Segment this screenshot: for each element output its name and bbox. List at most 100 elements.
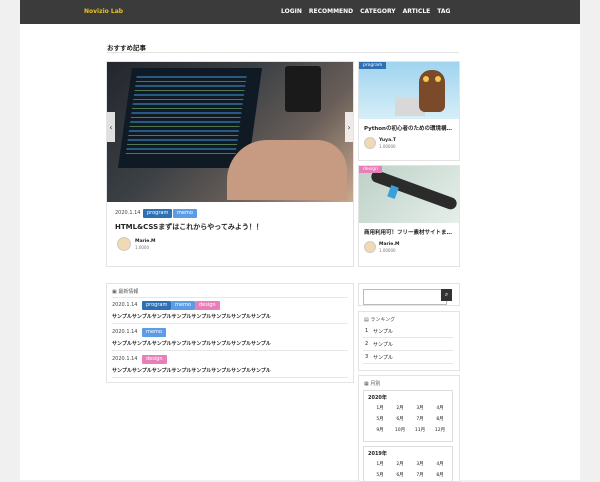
news-date: 2020.1.14 <box>112 302 138 308</box>
month-link[interactable]: 11月 <box>410 427 430 433</box>
avatar <box>117 237 131 251</box>
search-box: ⌕ <box>358 283 460 306</box>
archive-title: 月別 <box>370 381 381 387</box>
tag-memo[interactable]: memo <box>173 209 197 218</box>
chevron-right-icon[interactable]: › <box>345 112 353 142</box>
month-link[interactable]: 1月 <box>370 405 390 411</box>
owl-eye <box>435 76 441 82</box>
tag-design[interactable]: design <box>142 355 167 364</box>
divider <box>112 323 348 324</box>
month-link[interactable]: 8月 <box>430 416 450 422</box>
author-name: Marie.M <box>135 239 156 244</box>
divider <box>107 52 459 53</box>
author-likes: 1.0000 <box>135 245 149 250</box>
month-link[interactable]: 3月 <box>410 405 430 411</box>
article-image <box>359 62 459 119</box>
hand <box>227 140 347 200</box>
month-link[interactable]: 2月 <box>390 461 410 467</box>
featured-title[interactable]: HTML&CSSまずはこれからやってみよう！！ <box>115 222 263 232</box>
code-lines <box>125 76 247 156</box>
divider <box>363 337 453 338</box>
tag-memo[interactable]: memo <box>171 301 195 310</box>
month-link[interactable]: 4月 <box>430 405 450 411</box>
recommend-title: おすすめ記事 <box>107 44 146 52</box>
nav-article[interactable]: ARTICLE <box>403 8 431 15</box>
month-link[interactable]: 3月 <box>410 461 430 467</box>
news-text[interactable]: サンプルサンプルサンプルサンプルサンプルサンプルサンプルサンプル <box>112 367 271 374</box>
year-block: 2019年 1月 2月 3月 4月 5月 6月 7月 8月 <box>363 446 453 482</box>
rank-number: 3 <box>365 354 369 360</box>
side-article-title[interactable]: Pythonの初心者のための環境構… <box>364 124 452 132</box>
author-name: Yuya.T <box>379 138 396 143</box>
chart-icon: ▤ <box>364 317 369 323</box>
news-header: ▣ 最新情報 <box>112 288 138 295</box>
rank-number: 1 <box>365 328 369 334</box>
archive-box: ▦ 月別 2020年 1月 2月 3月 4月 5月 6月 7月 8月 9月 10… <box>358 375 460 482</box>
avatar <box>364 137 376 149</box>
month-link[interactable]: 2月 <box>390 405 410 411</box>
tag-design[interactable]: design <box>195 301 220 310</box>
ranking-title: ランキング <box>370 317 396 323</box>
month-grid: 1月 2月 3月 4月 5月 6月 7月 8月 9月 10月 11月 12月 <box>370 405 450 433</box>
search-icon[interactable]: ⌕ <box>441 289 452 301</box>
month-link[interactable]: 9月 <box>370 427 390 433</box>
month-link[interactable]: 7月 <box>410 472 430 478</box>
category-badge[interactable]: design <box>359 166 382 173</box>
month-link[interactable]: 5月 <box>370 472 390 478</box>
ranking-box: ▤ ランキング 1 サンプル 2 サンプル 3 サンプル <box>358 311 460 371</box>
side-article-title[interactable]: 商用利用可！フリー素材サイトま… <box>364 228 452 236</box>
article-image <box>359 166 459 223</box>
nav-category[interactable]: CATEGORY <box>360 8 395 15</box>
main-nav: LOGIN RECOMMEND CATEGORY ARTICLE TAG <box>281 8 450 15</box>
month-link[interactable]: 6月 <box>390 416 410 422</box>
author-likes: 1.00000 <box>379 144 396 149</box>
featured-image: ‹ › <box>107 62 353 202</box>
year-label: 2019年 <box>368 451 387 457</box>
tag-program[interactable]: program <box>142 301 172 310</box>
divider <box>363 350 453 351</box>
news-date: 2020.1.14 <box>112 356 138 362</box>
pen-shape <box>369 168 459 212</box>
category-badge[interactable]: program <box>359 62 387 69</box>
month-link[interactable]: 4月 <box>430 461 450 467</box>
featured-date: 2020.1.14 <box>115 210 141 216</box>
year-label: 2020年 <box>368 395 387 401</box>
news-text[interactable]: サンプルサンプルサンプルサンプルサンプルサンプルサンプルサンプル <box>112 313 271 320</box>
ranking-item[interactable]: サンプル <box>373 341 393 348</box>
nav-tag[interactable]: TAG <box>437 8 450 15</box>
month-link[interactable]: 8月 <box>430 472 450 478</box>
news-text[interactable]: サンプルサンプルサンプルサンプルサンプルサンプルサンプルサンプル <box>112 340 271 347</box>
divider <box>112 350 348 351</box>
divider <box>112 297 348 298</box>
month-link[interactable]: 5月 <box>370 416 390 422</box>
chevron-left-icon[interactable]: ‹ <box>107 112 115 142</box>
tag-memo[interactable]: memo <box>142 328 166 337</box>
month-link[interactable]: 12月 <box>430 427 450 433</box>
side-article-card[interactable]: design 商用利用可！フリー素材サイトま… Marie.M 1.00000 <box>358 165 460 267</box>
rank-number: 2 <box>365 341 369 347</box>
ranking-item[interactable]: サンプル <box>373 328 393 335</box>
site-logo[interactable]: Novizio Lab <box>84 8 123 15</box>
ranking-header: ▤ ランキング <box>364 316 395 323</box>
month-link[interactable]: 1月 <box>370 461 390 467</box>
search-input[interactable] <box>363 289 447 305</box>
avatar <box>364 241 376 253</box>
nav-recommend[interactable]: RECOMMEND <box>309 8 353 15</box>
archive-header: ▦ 月別 <box>364 380 380 387</box>
month-link[interactable]: 7月 <box>410 416 430 422</box>
month-grid: 1月 2月 3月 4月 5月 6月 7月 8月 <box>370 461 450 478</box>
calendar-icon: ▦ <box>364 381 369 387</box>
news-title: 最新情報 <box>118 289 139 295</box>
featured-article-card[interactable]: ‹ › 2020.1.14 program memo HTML&CSSまずはこれ… <box>106 61 354 267</box>
divider <box>363 363 453 364</box>
month-link[interactable]: 10月 <box>390 427 410 433</box>
nav-login[interactable]: LOGIN <box>281 8 302 15</box>
coffee-mug <box>285 66 321 112</box>
owl-eye <box>423 76 429 82</box>
month-link[interactable]: 6月 <box>390 472 410 478</box>
side-article-card[interactable]: program Pythonの初心者のための環境構… Yuya.T 1.0000… <box>358 61 460 161</box>
divider <box>112 377 348 378</box>
author-likes: 1.00000 <box>379 248 396 253</box>
tag-program[interactable]: program <box>143 209 173 218</box>
ranking-item[interactable]: サンプル <box>373 354 393 361</box>
